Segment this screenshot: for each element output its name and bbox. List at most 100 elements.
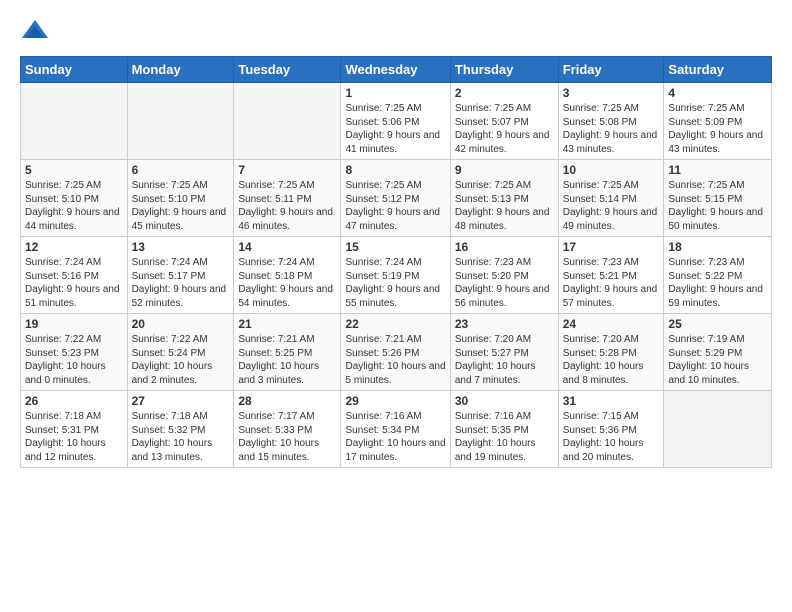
day-number: 11 bbox=[668, 163, 767, 177]
day-info: Sunrise: 7:25 AM Sunset: 5:13 PM Dayligh… bbox=[455, 179, 554, 233]
day-cell: 4 Sunrise: 7:25 AM Sunset: 5:09 PM Daylig… bbox=[664, 83, 772, 160]
day-number: 8 bbox=[345, 163, 445, 177]
day-info: Sunrise: 7:20 AM Sunset: 5:28 PM Dayligh… bbox=[563, 333, 660, 387]
day-number: 26 bbox=[25, 394, 123, 408]
day-cell: 14 Sunrise: 7:24 AM Sunset: 5:18 PM Dayli… bbox=[234, 237, 341, 314]
day-number: 17 bbox=[563, 240, 660, 254]
day-cell: 19 Sunrise: 7:22 AM Sunset: 5:23 PM Dayli… bbox=[21, 314, 128, 391]
day-number: 15 bbox=[345, 240, 445, 254]
day-number: 23 bbox=[455, 317, 554, 331]
day-cell: 5 Sunrise: 7:25 AM Sunset: 5:10 PM Daylig… bbox=[21, 160, 128, 237]
weekday-header-saturday: Saturday bbox=[664, 57, 772, 83]
day-number: 13 bbox=[132, 240, 230, 254]
calendar-table: SundayMondayTuesdayWednesdayThursdayFrid… bbox=[20, 56, 772, 468]
day-number: 12 bbox=[25, 240, 123, 254]
day-cell: 23 Sunrise: 7:20 AM Sunset: 5:27 PM Dayli… bbox=[450, 314, 558, 391]
logo bbox=[20, 16, 54, 46]
day-cell: 25 Sunrise: 7:19 AM Sunset: 5:29 PM Dayli… bbox=[664, 314, 772, 391]
day-cell: 26 Sunrise: 7:18 AM Sunset: 5:31 PM Dayli… bbox=[21, 391, 128, 468]
day-cell: 3Sunrise: 7:25 AM Sunset: 5:08 PM Daylig… bbox=[558, 83, 664, 160]
day-info: Sunrise: 7:21 AM Sunset: 5:25 PM Dayligh… bbox=[238, 333, 336, 387]
day-number: 31 bbox=[563, 394, 660, 408]
day-cell: 20 Sunrise: 7:22 AM Sunset: 5:24 PM Dayli… bbox=[127, 314, 234, 391]
day-number: 5 bbox=[25, 163, 123, 177]
day-number: 24 bbox=[563, 317, 660, 331]
weekday-header-friday: Friday bbox=[558, 57, 664, 83]
day-info: Sunrise: 7:23 AM Sunset: 5:22 PM Dayligh… bbox=[668, 256, 767, 310]
day-info: Sunrise: 7:25 AM Sunset: 5:10 PM Dayligh… bbox=[132, 179, 230, 233]
day-info: Sunrise: 7:25 AM Sunset: 5:07 PM Dayligh… bbox=[455, 102, 554, 156]
weekday-header-tuesday: Tuesday bbox=[234, 57, 341, 83]
day-info: Sunrise: 7:25 AM Sunset: 5:10 PM Dayligh… bbox=[25, 179, 123, 233]
day-number: 20 bbox=[132, 317, 230, 331]
day-cell: 9 Sunrise: 7:25 AM Sunset: 5:13 PM Daylig… bbox=[450, 160, 558, 237]
day-cell: 18 Sunrise: 7:23 AM Sunset: 5:22 PM Dayli… bbox=[664, 237, 772, 314]
day-number: 14 bbox=[238, 240, 336, 254]
day-info: Sunrise: 7:22 AM Sunset: 5:23 PM Dayligh… bbox=[25, 333, 123, 387]
day-number: 25 bbox=[668, 317, 767, 331]
day-number: 4 bbox=[668, 86, 767, 100]
day-number: 22 bbox=[345, 317, 445, 331]
day-cell: 15Sunrise: 7:24 AM Sunset: 5:19 PM Dayli… bbox=[341, 237, 450, 314]
day-info: Sunrise: 7:24 AM Sunset: 5:16 PM Dayligh… bbox=[25, 256, 123, 310]
day-number: 3 bbox=[563, 86, 660, 100]
day-cell: 10Sunrise: 7:25 AM Sunset: 5:14 PM Dayli… bbox=[558, 160, 664, 237]
day-cell: 17Sunrise: 7:23 AM Sunset: 5:21 PM Dayli… bbox=[558, 237, 664, 314]
day-number: 21 bbox=[238, 317, 336, 331]
day-cell: 12 Sunrise: 7:24 AM Sunset: 5:16 PM Dayli… bbox=[21, 237, 128, 314]
week-row-3: 12 Sunrise: 7:24 AM Sunset: 5:16 PM Dayli… bbox=[21, 237, 772, 314]
day-cell: 2 Sunrise: 7:25 AM Sunset: 5:07 PM Daylig… bbox=[450, 83, 558, 160]
page: SundayMondayTuesdayWednesdayThursdayFrid… bbox=[0, 0, 792, 612]
logo-icon bbox=[20, 16, 50, 46]
day-cell: 30Sunrise: 7:16 AM Sunset: 5:35 PM Dayli… bbox=[450, 391, 558, 468]
day-number: 7 bbox=[238, 163, 336, 177]
day-cell: 11 Sunrise: 7:25 AM Sunset: 5:15 PM Dayli… bbox=[664, 160, 772, 237]
day-cell: 6Sunrise: 7:25 AM Sunset: 5:10 PM Daylig… bbox=[127, 160, 234, 237]
day-info: Sunrise: 7:18 AM Sunset: 5:32 PM Dayligh… bbox=[132, 410, 230, 464]
day-number: 2 bbox=[455, 86, 554, 100]
day-info: Sunrise: 7:20 AM Sunset: 5:27 PM Dayligh… bbox=[455, 333, 554, 387]
day-number: 29 bbox=[345, 394, 445, 408]
day-cell bbox=[21, 83, 128, 160]
day-cell: 24 Sunrise: 7:20 AM Sunset: 5:28 PM Dayli… bbox=[558, 314, 664, 391]
weekday-header-wednesday: Wednesday bbox=[341, 57, 450, 83]
day-cell bbox=[127, 83, 234, 160]
day-cell: 16 Sunrise: 7:23 AM Sunset: 5:20 PM Dayli… bbox=[450, 237, 558, 314]
day-number: 9 bbox=[455, 163, 554, 177]
day-cell: 27 Sunrise: 7:18 AM Sunset: 5:32 PM Dayli… bbox=[127, 391, 234, 468]
day-cell: 31Sunrise: 7:15 AM Sunset: 5:36 PM Dayli… bbox=[558, 391, 664, 468]
week-row-4: 19 Sunrise: 7:22 AM Sunset: 5:23 PM Dayli… bbox=[21, 314, 772, 391]
day-info: Sunrise: 7:21 AM Sunset: 5:26 PM Dayligh… bbox=[345, 333, 445, 387]
day-info: Sunrise: 7:19 AM Sunset: 5:29 PM Dayligh… bbox=[668, 333, 767, 387]
day-info: Sunrise: 7:25 AM Sunset: 5:06 PM Dayligh… bbox=[345, 102, 445, 156]
day-info: Sunrise: 7:25 AM Sunset: 5:15 PM Dayligh… bbox=[668, 179, 767, 233]
day-info: Sunrise: 7:22 AM Sunset: 5:24 PM Dayligh… bbox=[132, 333, 230, 387]
header bbox=[20, 16, 772, 46]
day-number: 16 bbox=[455, 240, 554, 254]
day-cell: 8 Sunrise: 7:25 AM Sunset: 5:12 PM Daylig… bbox=[341, 160, 450, 237]
weekday-header-monday: Monday bbox=[127, 57, 234, 83]
day-number: 28 bbox=[238, 394, 336, 408]
day-number: 19 bbox=[25, 317, 123, 331]
day-info: Sunrise: 7:25 AM Sunset: 5:12 PM Dayligh… bbox=[345, 179, 445, 233]
day-info: Sunrise: 7:24 AM Sunset: 5:18 PM Dayligh… bbox=[238, 256, 336, 310]
day-info: Sunrise: 7:18 AM Sunset: 5:31 PM Dayligh… bbox=[25, 410, 123, 464]
day-cell: 22 Sunrise: 7:21 AM Sunset: 5:26 PM Dayli… bbox=[341, 314, 450, 391]
day-cell: 21 Sunrise: 7:21 AM Sunset: 5:25 PM Dayli… bbox=[234, 314, 341, 391]
day-info: Sunrise: 7:24 AM Sunset: 5:17 PM Dayligh… bbox=[132, 256, 230, 310]
week-row-5: 26 Sunrise: 7:18 AM Sunset: 5:31 PM Dayli… bbox=[21, 391, 772, 468]
day-info: Sunrise: 7:23 AM Sunset: 5:20 PM Dayligh… bbox=[455, 256, 554, 310]
day-cell: 7Sunrise: 7:25 AM Sunset: 5:11 PM Daylig… bbox=[234, 160, 341, 237]
weekday-header-sunday: Sunday bbox=[21, 57, 128, 83]
day-info: Sunrise: 7:25 AM Sunset: 5:09 PM Dayligh… bbox=[668, 102, 767, 156]
week-row-1: 1Sunrise: 7:25 AM Sunset: 5:06 PM Daylig… bbox=[21, 83, 772, 160]
day-cell: 13 Sunrise: 7:24 AM Sunset: 5:17 PM Dayli… bbox=[127, 237, 234, 314]
day-cell: 28 Sunrise: 7:17 AM Sunset: 5:33 PM Dayli… bbox=[234, 391, 341, 468]
day-number: 27 bbox=[132, 394, 230, 408]
weekday-header-row: SundayMondayTuesdayWednesdayThursdayFrid… bbox=[21, 57, 772, 83]
day-cell bbox=[234, 83, 341, 160]
day-info: Sunrise: 7:17 AM Sunset: 5:33 PM Dayligh… bbox=[238, 410, 336, 464]
day-info: Sunrise: 7:16 AM Sunset: 5:34 PM Dayligh… bbox=[345, 410, 445, 464]
day-number: 18 bbox=[668, 240, 767, 254]
day-number: 30 bbox=[455, 394, 554, 408]
